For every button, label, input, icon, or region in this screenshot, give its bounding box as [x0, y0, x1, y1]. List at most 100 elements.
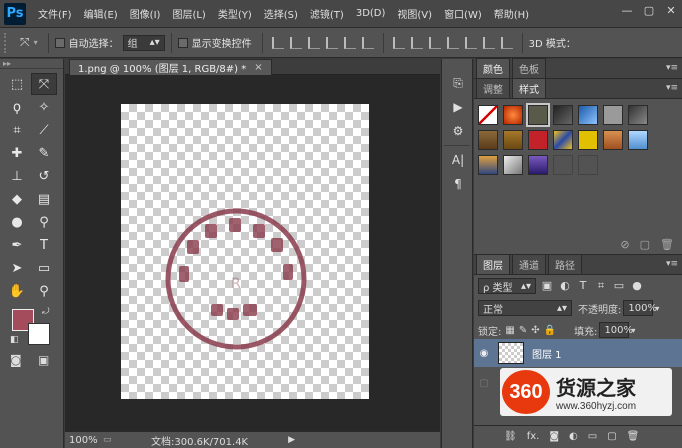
new-style-icon[interactable]: ▢ [640, 238, 650, 251]
style-swatch[interactable] [578, 130, 598, 150]
minimize-button[interactable]: — [616, 0, 638, 20]
maximize-button[interactable]: ▢ [638, 0, 660, 20]
style-swatch[interactable] [628, 130, 648, 150]
status-menu-arrow[interactable]: ▶ [288, 435, 295, 445]
distribute-bottom-icon[interactable] [428, 36, 441, 49]
trash-icon[interactable]: 🗑 [660, 238, 674, 251]
style-swatch[interactable] [503, 130, 523, 150]
zoom-field[interactable]: 100% [65, 435, 103, 446]
style-swatch[interactable] [578, 105, 598, 125]
crop-tool-icon[interactable]: ⌗ [4, 119, 30, 141]
properties-panel-icon[interactable]: ⚙ [444, 121, 472, 141]
link-layers-icon[interactable]: ⛓ [504, 431, 517, 442]
shape-tool-icon[interactable]: ▭ [31, 257, 57, 279]
menu-view[interactable]: 视图(V) [391, 6, 438, 21]
magic-wand-icon[interactable]: ✧ [31, 96, 57, 118]
character-panel-icon[interactable]: A| [444, 150, 472, 170]
pen-tool-icon[interactable]: ✒ [4, 234, 30, 256]
show-transform-checkbox[interactable] [177, 37, 188, 48]
menu-edit[interactable]: 编辑(E) [78, 6, 124, 21]
history-panel-icon[interactable]: ⎘ [444, 73, 472, 93]
canvas[interactable]: R [121, 104, 369, 399]
distribute-left-icon[interactable] [446, 36, 459, 49]
panel-menu-icon[interactable]: ▾≡ [666, 259, 678, 269]
swap-colors-icon[interactable]: ⤾ [42, 307, 50, 317]
align-right-icon[interactable] [361, 36, 374, 49]
gradient-tool-icon[interactable]: ▤ [31, 188, 57, 210]
lock-position-icon[interactable]: ✣ [531, 325, 539, 336]
style-swatch[interactable] [603, 105, 623, 125]
align-top-icon[interactable] [271, 36, 284, 49]
close-button[interactable]: ✕ [660, 0, 682, 20]
quick-mask-icon[interactable]: ◙ [10, 353, 22, 367]
healing-brush-icon[interactable]: ✚ [4, 142, 30, 164]
menu-filter[interactable]: 滤镜(T) [304, 6, 350, 21]
move-tool-icon[interactable]: ⤧ [20, 35, 30, 50]
pixel-filter-icon[interactable]: ▣ [540, 279, 554, 293]
menu-layer[interactable]: 图层(L) [166, 6, 211, 21]
dodge-tool-icon[interactable]: ⚲ [31, 211, 57, 233]
lock-all-icon[interactable]: 🔒 [544, 325, 556, 336]
align-left-icon[interactable] [325, 36, 338, 49]
tab-paths[interactable]: 路径 [548, 254, 582, 274]
chevron-down-icon[interactable]: ▾ [655, 304, 659, 313]
layer-filter-dropdown[interactable]: ρ 类型 ▴▾ [478, 278, 536, 294]
add-mask-icon[interactable]: ◙ [549, 431, 559, 442]
adjustment-layer-icon[interactable]: ◐ [569, 431, 578, 442]
filter-toggle-icon[interactable]: ● [630, 279, 644, 293]
chevron-down-icon[interactable]: ▾ [631, 326, 635, 335]
close-icon[interactable]: × [254, 62, 262, 73]
layer-name[interactable]: 图层 1 [532, 346, 562, 361]
visibility-toggle[interactable]: ▢ [474, 378, 494, 389]
smart-object-filter-icon[interactable]: ▭ [612, 279, 626, 293]
style-swatch[interactable] [478, 130, 498, 150]
menu-window[interactable]: 窗口(W) [438, 6, 488, 21]
style-swatch-empty[interactable] [553, 155, 573, 175]
hand-tool-icon[interactable]: ✋ [4, 280, 30, 302]
paragraph-panel-icon[interactable]: ¶ [444, 174, 472, 194]
style-swatch[interactable] [503, 105, 523, 125]
type-filter-icon[interactable]: T [576, 279, 590, 293]
menu-file[interactable]: 文件(F) [32, 6, 78, 21]
style-swatch-selected[interactable] [526, 103, 550, 127]
eye-icon[interactable]: ◉ [474, 348, 494, 359]
menu-type[interactable]: 类型(Y) [212, 6, 258, 21]
distribute-hcenter-icon[interactable] [464, 36, 477, 49]
history-brush-icon[interactable]: ↺ [31, 165, 57, 187]
chevron-down-icon[interactable]: ▾ [34, 38, 38, 47]
tab-layers[interactable]: 图层 [476, 254, 510, 274]
type-tool-icon[interactable]: T [31, 234, 57, 256]
tab-adjustments[interactable]: 调整 [476, 78, 510, 98]
default-colors-icon[interactable]: ◧ [10, 335, 19, 345]
tab-channels[interactable]: 通道 [512, 254, 546, 274]
layer-row-selected[interactable]: ◉ 图层 1 [474, 339, 682, 367]
style-swatch[interactable] [528, 155, 548, 175]
clone-stamp-icon[interactable]: ⊥ [4, 165, 30, 187]
blend-mode-dropdown[interactable]: 正常 ▴▾ [478, 300, 572, 316]
shape-filter-icon[interactable]: ⌗ [594, 279, 608, 293]
style-swatch[interactable] [553, 105, 573, 125]
menu-3d[interactable]: 3D(D) [350, 8, 392, 19]
auto-select-dropdown[interactable]: 组 ▴▾ [122, 34, 165, 51]
eyedropper-icon[interactable]: ⟋ [31, 119, 57, 141]
blur-tool-icon[interactable]: ● [4, 211, 30, 233]
brush-tool-icon[interactable]: ✎ [31, 142, 57, 164]
trash-icon[interactable]: 🗑 [627, 431, 640, 442]
distribute-vcenter-icon[interactable] [410, 36, 423, 49]
screen-mode-icon[interactable]: ▣ [38, 353, 49, 367]
style-swatch[interactable] [528, 130, 548, 150]
distribute-top-icon[interactable] [392, 36, 405, 49]
style-swatch[interactable] [478, 155, 498, 175]
lock-transparent-icon[interactable]: ▦ [505, 325, 514, 336]
align-vcenter-icon[interactable] [289, 36, 302, 49]
group-icon[interactable]: ▭ [588, 431, 597, 442]
style-swatch[interactable] [553, 130, 573, 150]
opacity-field[interactable]: 100% [623, 300, 657, 316]
tab-styles[interactable]: 样式 [512, 78, 546, 98]
panel-menu-icon[interactable]: ▾≡ [666, 83, 678, 93]
background-color-swatch[interactable] [28, 323, 50, 345]
menu-select[interactable]: 选择(S) [258, 6, 304, 21]
panel-menu-icon[interactable]: ▾≡ [666, 63, 678, 73]
auto-align-icon[interactable] [500, 36, 513, 49]
clear-style-icon[interactable]: ⊘ [620, 238, 629, 251]
